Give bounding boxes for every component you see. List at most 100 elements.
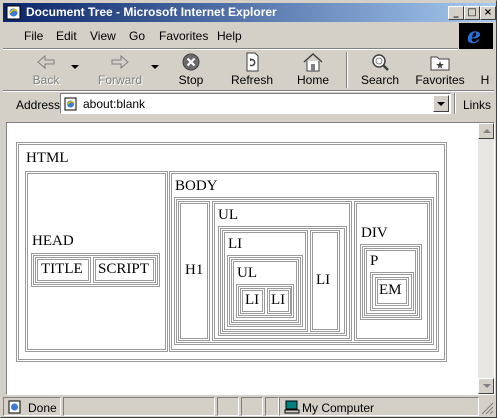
my-computer-icon — [284, 400, 300, 414]
address-dropdown-icon[interactable] — [433, 95, 449, 112]
resize-grip-icon[interactable] — [481, 402, 494, 415]
menu-file[interactable]: File — [24, 29, 43, 43]
ul-inner-box: UL LI LI — [231, 259, 299, 323]
back-dropdown-icon[interactable] — [71, 65, 79, 69]
favorites-label: Favorites — [415, 73, 465, 87]
stop-button[interactable]: Stop — [169, 50, 213, 90]
links-separator — [454, 93, 456, 114]
em-box: EM — [375, 277, 409, 306]
body-box: BODY H1 UL LI UL LI LI LI DIV P EM — [169, 171, 439, 352]
status-done-pane: Done — [3, 397, 61, 416]
p-box: P EM — [364, 248, 418, 316]
standard-toolbar: Back Forward Stop Refresh Home Search Fa… — [4, 50, 495, 90]
status-pane-2 — [63, 397, 215, 416]
menu-go[interactable]: Go — [129, 29, 145, 43]
body-children-box: H1 UL LI UL LI LI LI DIV P EM — [174, 197, 434, 345]
li-side-label: LI — [316, 272, 331, 288]
status-pane-3 — [217, 397, 239, 416]
li-inner-1-label: LI — [245, 292, 260, 308]
address-bar: Address about:blank Links — [4, 92, 495, 116]
home-button[interactable]: Home — [291, 50, 335, 90]
close-button[interactable]: × — [480, 6, 496, 20]
head-box: HEAD TITLE SCRIPT — [25, 171, 168, 352]
refresh-label: Refresh — [230, 73, 274, 87]
ie-page-icon — [6, 5, 21, 20]
back-label: Back — [32, 73, 60, 87]
li-inner-2-label: LI — [271, 292, 286, 308]
forward-arrow-icon — [111, 54, 129, 70]
forward-label: Forward — [97, 73, 142, 87]
menu-bar: File Edit View Go Favorites Help — [4, 25, 458, 47]
zone-text: My Computer — [302, 401, 375, 415]
div-box: DIV P EM — [354, 201, 430, 341]
refresh-icon — [246, 52, 259, 72]
favorites-folder-icon — [430, 56, 450, 71]
body-label: BODY — [175, 178, 218, 194]
vertical-scrollbar[interactable] — [478, 123, 494, 394]
window-title: Document Tree - Microsoft Internet Explo… — [26, 5, 277, 19]
div-children-box: P EM — [360, 244, 422, 320]
li-outer-children-box: UL LI LI — [227, 255, 303, 327]
menu-help[interactable]: Help — [217, 29, 242, 43]
history-label: H — [480, 73, 490, 87]
li-outer-box: LI UL LI LI — [222, 230, 308, 332]
scroll-down-icon[interactable] — [478, 378, 494, 394]
status-zone-pane: My Computer — [279, 397, 479, 416]
favorites-button[interactable]: Favorites — [414, 50, 466, 90]
refresh-button[interactable]: Refresh — [228, 50, 276, 90]
minimize-button[interactable]: _ — [448, 6, 464, 20]
html-label: HTML — [26, 150, 69, 166]
links-button[interactable]: Links — [463, 98, 491, 112]
head-label: HEAD — [32, 233, 74, 249]
status-pane-5 — [265, 397, 279, 416]
head-children-box: TITLE SCRIPT — [31, 253, 160, 287]
search-icon — [372, 54, 389, 71]
page-content: HTML HEAD TITLE SCRIPT BODY H1 UL LI UL … — [6, 122, 495, 395]
title-box: TITLE — [35, 257, 91, 283]
back-arrow-icon — [37, 54, 55, 70]
address-label: Address — [16, 98, 61, 112]
home-label: Home — [296, 73, 329, 87]
p-children-box: EM — [370, 272, 414, 311]
ul-inner-label: UL — [237, 265, 257, 281]
toolbar-separator — [346, 52, 348, 88]
address-value: about:blank — [83, 97, 146, 111]
search-button[interactable]: Search — [357, 50, 403, 90]
history-button[interactable]: H — [478, 50, 492, 90]
home-icon — [303, 52, 323, 72]
browser-window: Document Tree - Microsoft Internet Explo… — [0, 0, 497, 418]
maximize-button[interactable]: □ — [464, 6, 480, 20]
forward-button[interactable]: Forward — [92, 50, 148, 90]
page-done-icon — [8, 400, 21, 414]
div-label: DIV — [361, 225, 388, 241]
title-bar[interactable]: Document Tree - Microsoft Internet Explo… — [3, 3, 496, 22]
menu-view[interactable]: View — [90, 29, 116, 43]
status-text: Done — [28, 401, 57, 415]
script-label: SCRIPT — [98, 261, 149, 277]
ie-logo-icon: e — [459, 23, 493, 49]
menu-edit[interactable]: Edit — [56, 29, 77, 43]
scroll-up-icon[interactable] — [478, 123, 494, 139]
li-inner-1-box: LI — [240, 288, 265, 314]
li-inner-2-box: LI — [267, 288, 291, 314]
ul-inner-children-box: LI LI — [236, 284, 294, 318]
title-label: TITLE — [41, 261, 83, 277]
script-box: SCRIPT — [93, 257, 156, 283]
menu-favorites[interactable]: Favorites — [159, 29, 208, 43]
ul-outer-box: UL LI UL LI LI LI — [212, 201, 352, 341]
forward-dropdown-icon[interactable] — [151, 65, 159, 69]
li-side-box: LI — [310, 230, 340, 332]
address-input[interactable]: about:blank — [60, 93, 451, 114]
ul-outer-children-box: LI UL LI LI LI — [218, 226, 347, 336]
li-outer-label: LI — [228, 236, 243, 252]
page-icon — [64, 97, 77, 111]
search-label: Search — [360, 73, 400, 87]
status-pane-4 — [241, 397, 263, 416]
em-label: EM — [379, 282, 402, 298]
h1-box: H1 — [178, 201, 210, 341]
stop-label: Stop — [178, 73, 204, 87]
stop-icon — [182, 53, 200, 71]
back-button[interactable]: Back — [24, 50, 68, 90]
html-box: HTML HEAD TITLE SCRIPT BODY H1 UL LI UL … — [16, 142, 447, 362]
status-bar: Done My Computer — [3, 397, 496, 417]
